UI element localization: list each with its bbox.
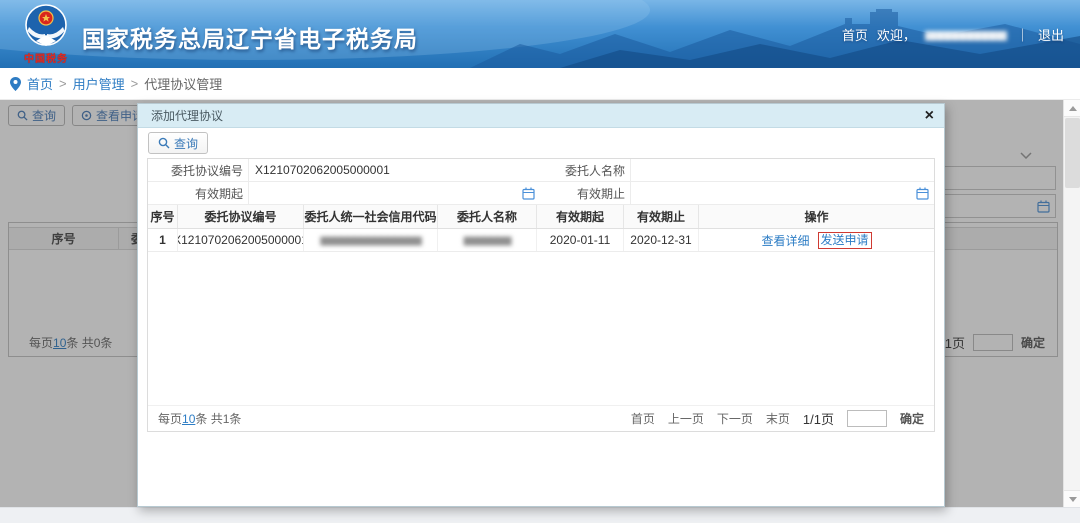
cell-valid-to: 2020-12-31 bbox=[624, 229, 699, 251]
nav-divider: ｜ bbox=[1015, 28, 1029, 43]
vertical-scrollbar[interactable] bbox=[1063, 100, 1080, 507]
calendar-icon[interactable] bbox=[916, 187, 929, 200]
next-page-button[interactable]: 下一页 bbox=[717, 410, 753, 427]
cell-credit-code-masked: ▆▆▆▆▆▆▆▆▆▆▆▆▆▆▆ bbox=[320, 234, 421, 246]
last-page-button[interactable]: 末页 bbox=[766, 410, 790, 427]
cell-valid-from: 2020-01-11 bbox=[537, 229, 624, 251]
page-indicator: 1/1页 bbox=[802, 412, 834, 427]
modal-close-icon[interactable]: × bbox=[925, 107, 934, 124]
modal-title: 添加代理协议 bbox=[151, 109, 224, 123]
header-credit-code: 委托人统一社会信用代码 bbox=[304, 205, 438, 228]
user-name-masked: ▆▆▆▆▆▆▆▆▆▆▆ bbox=[924, 29, 1007, 41]
logout-link[interactable]: 退出 bbox=[1038, 25, 1064, 44]
welcome-label: 欢迎， bbox=[876, 28, 916, 43]
first-page-button[interactable]: 首页 bbox=[631, 410, 655, 427]
modal-body: 查询 委托协议编号 委托人名称 有效期起 bbox=[138, 128, 944, 506]
confirm-button[interactable]: 确定 bbox=[900, 410, 924, 427]
table-empty-area bbox=[148, 252, 934, 405]
calendar-icon[interactable] bbox=[522, 187, 535, 200]
header-valid-from: 有效期起 bbox=[537, 205, 624, 228]
search-form: 委托协议编号 委托人名称 有效期起 bbox=[148, 159, 934, 205]
header-agreement-no: 委托协议编号 bbox=[178, 205, 304, 228]
header-principal-name: 委托人名称 bbox=[438, 205, 537, 228]
location-pin-icon bbox=[10, 76, 21, 91]
agreement-no-label: 委托协议编号 bbox=[148, 159, 248, 182]
breadcrumb-separator: > bbox=[59, 76, 67, 91]
view-detail-link[interactable]: 查看详细 bbox=[761, 232, 809, 249]
per-page-suffix: 条 bbox=[195, 412, 208, 426]
per-page-prefix: 每页 bbox=[158, 412, 183, 426]
scrollbar-up-button[interactable] bbox=[1064, 100, 1080, 117]
table-row: 1 X1210702062005000001 ▆▆▆▆▆▆▆▆▆▆▆▆▆▆▆ ▆… bbox=[148, 229, 934, 252]
breadcrumb-separator: > bbox=[130, 76, 139, 91]
breadcrumb-home[interactable]: 首页 bbox=[27, 74, 53, 93]
per-page-size[interactable]: 10 bbox=[182, 412, 195, 426]
arrow-down-icon bbox=[1068, 496, 1077, 502]
footer-strip bbox=[0, 507, 1080, 523]
scrollbar-down-button[interactable] bbox=[1064, 490, 1080, 507]
valid-from-input[interactable] bbox=[255, 182, 540, 204]
header-actions: 操作 bbox=[804, 210, 829, 224]
agreement-no-input[interactable] bbox=[255, 159, 540, 181]
arrow-up-icon bbox=[1068, 105, 1077, 111]
modal-pagination: 每页10条 共1条 首页 上一页 下一页 末页 1/1页 确定 bbox=[148, 405, 934, 431]
logo-caption: 中国税务 bbox=[24, 54, 68, 65]
breadcrumb-current-page: 代理协议管理 bbox=[144, 77, 223, 92]
site-title: 国家税务总局辽宁省电子税务局 bbox=[82, 26, 418, 52]
agreement-grid-widget: 委托协议编号 委托人名称 有效期起 bbox=[147, 158, 935, 432]
breadcrumb: 首页 > 用户管理 > 代理协议管理 bbox=[0, 68, 1080, 100]
cell-agreement-no: X1210702062005000001 bbox=[178, 229, 304, 251]
top-banner: 中国税务 国家税务总局辽宁省电子税务局 首页 欢迎， ▆▆▆▆▆▆▆▆▆▆▆ ｜… bbox=[0, 0, 1080, 68]
page-content: 查询 查看申请 序号 每页10条 共0条 1/1页 确定 添加代理协议 × 查询… bbox=[0, 100, 1080, 507]
search-icon bbox=[158, 137, 170, 149]
nav-home-link[interactable]: 首页 bbox=[842, 25, 868, 44]
total-count: 共1条 bbox=[210, 412, 242, 426]
cell-principal-name-masked: ▆▆▆▆▆▆▆ bbox=[463, 234, 512, 246]
principal-name-label: 委托人名称 bbox=[540, 159, 630, 182]
cell-seq: 1 bbox=[148, 229, 178, 251]
breadcrumb-user-management[interactable]: 用户管理 bbox=[73, 74, 125, 93]
scrollbar-thumb[interactable] bbox=[1065, 118, 1080, 188]
tax-bureau-logo: 中国税务 bbox=[14, 3, 78, 65]
modal-query-label: 查询 bbox=[174, 136, 199, 151]
principal-name-input[interactable] bbox=[637, 159, 934, 181]
header-valid-to: 有效期止 bbox=[624, 205, 699, 228]
top-nav: 首页 欢迎， ▆▆▆▆▆▆▆▆▆▆▆ ｜ 退出 bbox=[842, 25, 1064, 44]
header-seq: 序号 bbox=[148, 205, 178, 228]
prev-page-button[interactable]: 上一页 bbox=[668, 410, 704, 427]
modal-header: 添加代理协议 × bbox=[138, 104, 944, 128]
valid-to-label: 有效期止 bbox=[540, 182, 630, 205]
agreement-table-header: 序号 委托协议编号 委托人统一社会信用代码 委托人名称 有效期起 有效期止 操作 bbox=[148, 205, 934, 229]
tax-emblem-icon bbox=[25, 4, 67, 46]
send-request-link[interactable]: 发送申请 bbox=[817, 231, 872, 249]
valid-to-input[interactable] bbox=[637, 182, 934, 204]
add-agency-agreement-modal: 添加代理协议 × 查询 委托协议编号 委托人名称 bbox=[137, 103, 945, 507]
page-number-input[interactable] bbox=[846, 410, 887, 427]
modal-query-button[interactable]: 查询 bbox=[148, 132, 209, 154]
valid-from-label: 有效期起 bbox=[148, 182, 248, 205]
